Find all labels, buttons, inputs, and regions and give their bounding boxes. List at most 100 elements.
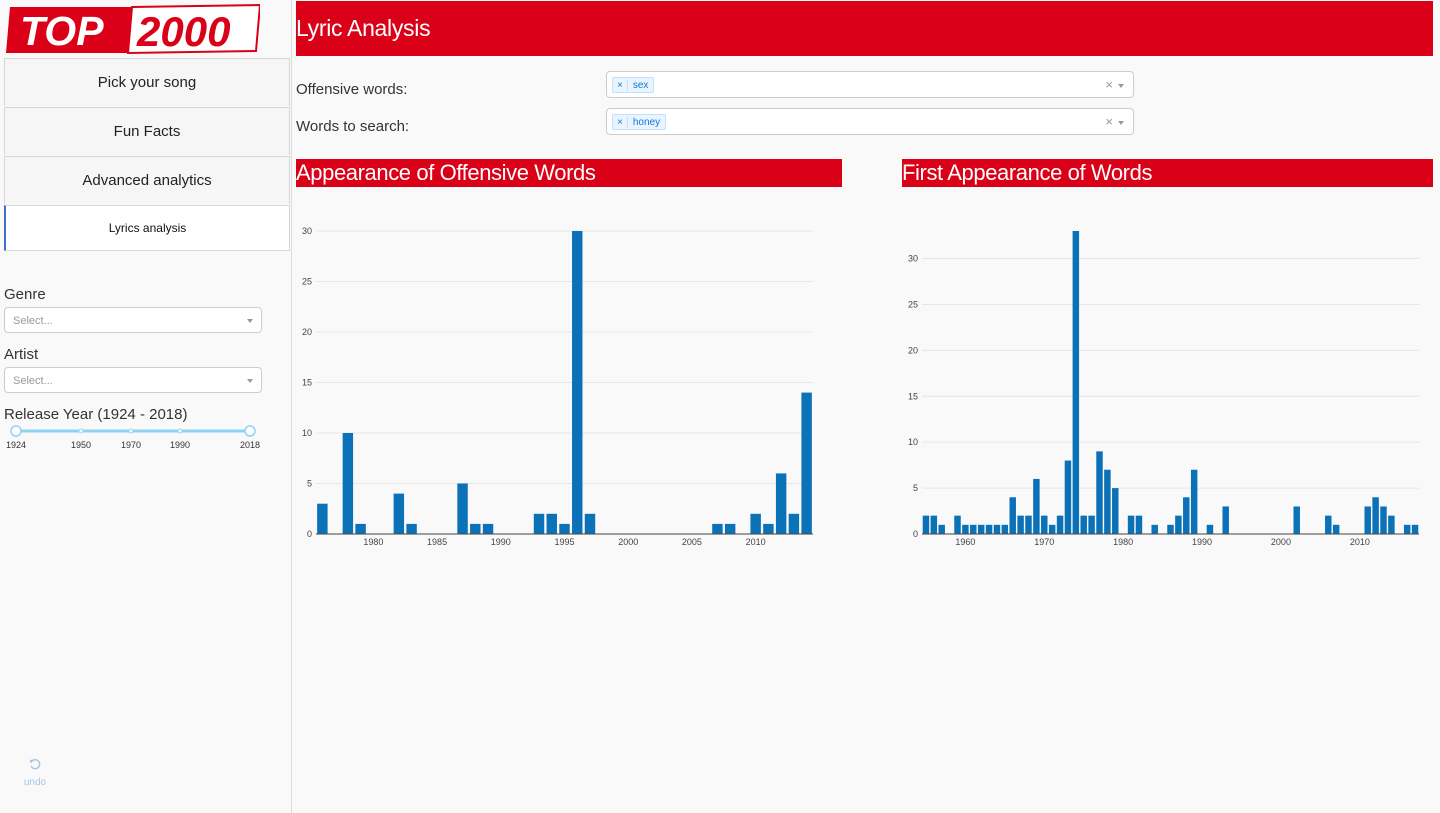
bar: [1064, 460, 1072, 534]
genre-placeholder: Select...: [13, 315, 53, 327]
chevron-down-icon[interactable]: [1118, 121, 1124, 125]
artist-dropdown[interactable]: Select...: [4, 367, 262, 393]
nav-item-fun-facts[interactable]: Fun Facts: [4, 107, 290, 155]
y-tick-label: 20: [908, 345, 918, 355]
bar: [750, 513, 761, 534]
bar: [977, 524, 985, 534]
clear-all-icon[interactable]: ×: [1105, 114, 1113, 129]
bar: [355, 523, 366, 534]
bar: [775, 473, 787, 534]
bar: [1380, 506, 1387, 534]
offensive-words-multiselect[interactable]: × sex ×: [606, 71, 1134, 98]
slider-mark-label: 1924: [5, 440, 27, 450]
bar: [712, 523, 723, 534]
x-tick-label: 1985: [427, 537, 447, 547]
first-appearance-chart-title: First Appearance of Words: [902, 159, 1433, 187]
y-tick-label: 25: [908, 299, 918, 309]
bar: [1403, 524, 1411, 534]
words-to-search-label: Words to search:: [296, 118, 410, 135]
y-tick-label: 20: [302, 327, 312, 337]
y-tick-label: 15: [908, 391, 918, 401]
bar: [1009, 497, 1016, 534]
bar: [962, 524, 969, 534]
bar: [1127, 515, 1135, 534]
bar: [342, 433, 354, 534]
undo-label: undo: [23, 777, 47, 788]
y-tick-label: 30: [908, 254, 918, 264]
x-tick-label: 1990: [1192, 537, 1212, 547]
nav-item-lyrics-analysis[interactable]: Lyrics analysis: [4, 205, 290, 251]
words-to-search-multiselect[interactable]: × honey ×: [606, 108, 1134, 135]
slider-mark-label: 1950: [70, 440, 92, 450]
bar: [317, 503, 328, 534]
bar: [584, 513, 596, 534]
artist-label: Artist: [4, 346, 39, 363]
chip-label: honey: [632, 116, 661, 128]
bar: [1206, 524, 1214, 534]
bar: [1017, 515, 1024, 534]
undo-button[interactable]: undo: [22, 757, 48, 789]
x-tick-label: 2005: [682, 537, 702, 547]
offensive-word-chip: × sex: [612, 77, 655, 93]
search-word-chip: × honey: [612, 114, 667, 130]
offensive-words-bar-chart: 0 5 10 15 20 25 30 1980 1985 1990 1995 2000 2005 2010: [302, 226, 813, 547]
bar: [1167, 524, 1174, 534]
bar: [801, 392, 812, 534]
offensive-words-label: Offensive words:: [296, 81, 408, 98]
bar: [1080, 515, 1087, 534]
slider-mark-dot: [78, 428, 84, 434]
slider-handle-min[interactable]: [10, 425, 22, 437]
y-tick-label: 0: [913, 529, 918, 539]
bar: [1325, 515, 1332, 534]
bar: [1411, 524, 1419, 534]
clear-all-icon[interactable]: ×: [1105, 77, 1113, 92]
slider-handle-max[interactable]: [244, 425, 256, 437]
genre-dropdown[interactable]: Select...: [4, 307, 262, 333]
y-tick-label: 10: [908, 437, 918, 447]
bar: [482, 523, 494, 534]
chevron-down-icon[interactable]: [1118, 84, 1124, 88]
offensive-words-chart-title: Appearance of Offensive Words: [296, 159, 842, 187]
y-tick-label: 30: [302, 226, 312, 236]
x-tick-label: 1995: [554, 537, 574, 547]
bar: [1332, 524, 1340, 534]
nav-item-pick-your-song[interactable]: Pick your song: [4, 58, 290, 106]
bar: [406, 523, 417, 534]
bar: [1293, 506, 1300, 534]
top2000-logo[interactable]: TOP 2000: [6, 3, 260, 55]
bar: [985, 524, 993, 534]
genre-label: Genre: [4, 286, 46, 303]
bar: [1388, 515, 1395, 534]
bar: [1135, 515, 1143, 534]
slider-mark-label: 2018: [239, 440, 261, 450]
sidebar: TOP 2000 Pick your song Fun Facts Advanc…: [0, 0, 292, 813]
bar: [788, 513, 800, 534]
bar: [393, 493, 405, 534]
slider-mark-label: 1970: [120, 440, 142, 450]
bar: [724, 523, 736, 534]
y-tick-label: 5: [307, 479, 312, 489]
x-tick-label: 1980: [363, 537, 383, 547]
chip-remove-icon[interactable]: ×: [613, 79, 628, 91]
x-tick-label: 2000: [618, 537, 638, 547]
slider-track: [10, 425, 256, 437]
bar: [1364, 506, 1371, 534]
nav-item-advanced-analytics[interactable]: Advanced analytics: [4, 156, 290, 204]
bar: [470, 523, 481, 534]
bar: [993, 524, 1001, 534]
bar: [1112, 488, 1119, 534]
x-tick-label: 2000: [1271, 537, 1291, 547]
release-year-slider[interactable]: 1924 1950 1970 1990 2018: [4, 424, 264, 454]
bar: [1088, 515, 1095, 534]
bar: [533, 513, 545, 534]
x-tick-label: 2010: [746, 537, 766, 547]
logo-text-top: TOP: [20, 8, 104, 54]
bar: [1033, 478, 1040, 534]
bar: [1175, 515, 1182, 534]
x-tick-label: 2010: [1350, 537, 1370, 547]
y-tick-label: 15: [302, 378, 312, 388]
slider-mark-dot: [128, 428, 134, 434]
chip-remove-icon[interactable]: ×: [613, 116, 628, 128]
bar: [457, 483, 468, 534]
bar: [763, 523, 774, 534]
